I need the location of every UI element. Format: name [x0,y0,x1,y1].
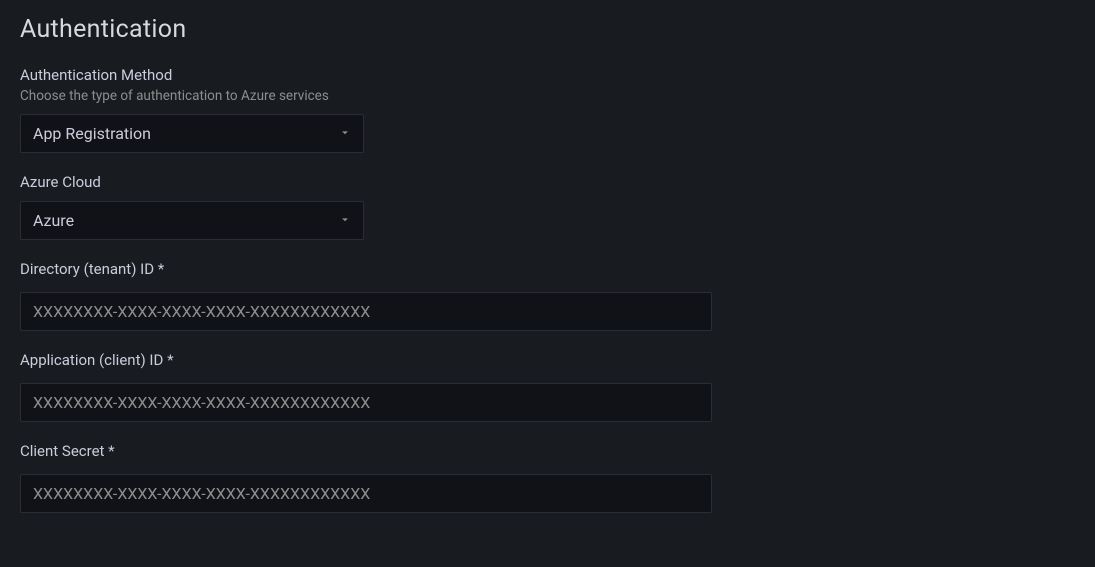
client-id-field: Application (client) ID * [20,351,1075,422]
tenant-id-label: Directory (tenant) ID * [20,260,1075,278]
auth-method-label: Authentication Method [20,66,1075,84]
auth-method-value: App Registration [33,124,151,143]
auth-method-field: Authentication Method Choose the type of… [20,66,1075,153]
azure-cloud-value: Azure [33,211,74,230]
client-id-label: Application (client) ID * [20,351,1075,369]
azure-cloud-select[interactable]: Azure [20,201,364,240]
auth-method-select[interactable]: App Registration [20,114,364,153]
section-title: Authentication [20,15,1075,44]
client-secret-input[interactable] [20,474,712,513]
tenant-id-input[interactable] [20,292,712,331]
auth-method-description: Choose the type of authentication to Azu… [20,88,1075,104]
tenant-id-field: Directory (tenant) ID * [20,260,1075,331]
client-secret-field: Client Secret * [20,442,1075,513]
client-id-input[interactable] [20,383,712,422]
client-secret-label: Client Secret * [20,442,1075,460]
azure-cloud-label: Azure Cloud [20,173,1075,191]
azure-cloud-field: Azure Cloud Azure [20,173,1075,240]
